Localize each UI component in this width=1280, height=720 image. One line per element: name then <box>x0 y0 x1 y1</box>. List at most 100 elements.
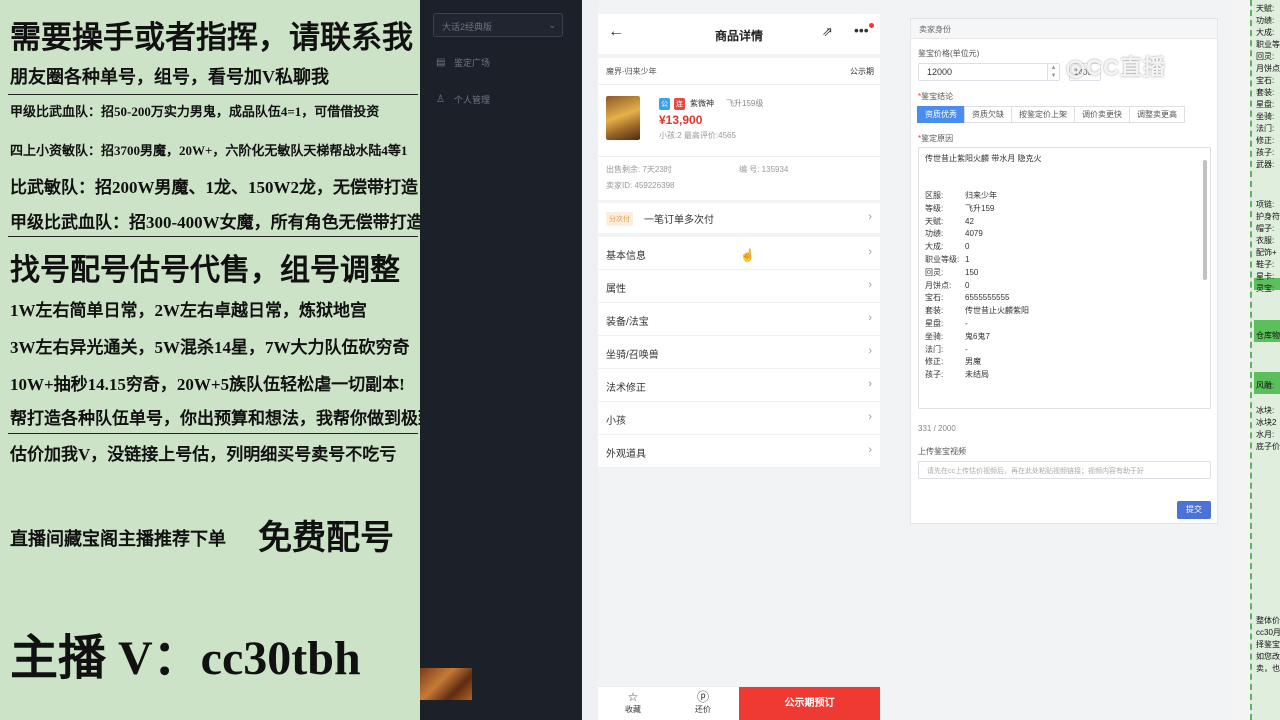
chevron-right-icon: › <box>868 246 872 258</box>
menu-item-appearance[interactable]: 外观道具 › <box>598 435 880 468</box>
bargain-button[interactable]: ⓟ 还价 <box>668 690 738 715</box>
notes-label: 风雕: <box>1256 381 1275 390</box>
promo-line: 需要操手或者指挥，请联系我 <box>10 20 413 55</box>
chevron-right-icon: › <box>868 411 872 423</box>
sidebar-item-personal[interactable]: ♙ 个人管理 <box>436 93 490 106</box>
public-period-label: 公示期 <box>850 67 874 76</box>
mouse-cursor-icon: ☝ <box>740 248 755 262</box>
reason-row-value: 6555555555 <box>965 293 1010 303</box>
menu-item-mounts[interactable]: 坐骑/召唤兽 › <box>598 336 880 369</box>
reason-row-value: - <box>965 344 968 354</box>
price: ¥13,900 <box>659 113 703 127</box>
menu-item-label: 基本信息 <box>606 251 646 262</box>
sidebar-item-label: 鉴定广场 <box>454 58 491 68</box>
conclusion-option[interactable]: 调价卖更快 <box>1074 106 1130 123</box>
remaining-time: 出售剩余: 7天23时 <box>606 165 672 174</box>
notes-label: 底子价 <box>1256 442 1280 451</box>
installment-badge: 分次付 <box>606 212 633 226</box>
sidebar-item-appraisal-square[interactable]: ▤ 鉴定广场 <box>436 56 490 69</box>
link-badge: 连 <box>674 98 685 110</box>
notes-label: 套装: <box>1256 88 1275 97</box>
favorite-button[interactable]: ☆ 收藏 <box>598 690 668 715</box>
menu-item-spell-correction[interactable]: 法术修正 › <box>598 369 880 402</box>
public-badge: 公 <box>659 98 670 110</box>
line-numbers <box>1230 0 1250 720</box>
more-icon[interactable]: ••• <box>854 22 869 38</box>
promo-line: 帮打造各种队伍单号，你出预算和想法，我帮你做到极致 <box>10 409 420 428</box>
reason-row-value: 鬼6鬼7 <box>965 331 990 341</box>
reason-row-value: 传世昔止火麟紫阳 <box>965 306 1029 316</box>
chevron-right-icon: › <box>868 312 872 324</box>
share-icon[interactable]: ⇗ <box>822 24 833 40</box>
menu-item-label: 属性 <box>606 284 626 295</box>
reason-row: 功绩: 4079 <box>925 228 983 239</box>
notes-label: cc30月 <box>1256 628 1280 637</box>
reason-row-key: 修正: <box>925 357 944 367</box>
phone-view: ← 商品详情 ⇗ ••• 魔界-归来少年 公示期 公 连 紫微神 飞升159级 … <box>598 0 880 720</box>
menu-item-label: 法术修正 <box>606 383 646 394</box>
reason-row: 等级: 飞升159 <box>925 203 994 214</box>
reason-row-value: 未结局 <box>965 370 989 380</box>
divider <box>598 156 880 157</box>
coin-icon: ⓟ <box>696 690 709 704</box>
menu-item-basic-info[interactable]: 基本信息 › <box>598 237 880 270</box>
reason-row-key: 星盘: <box>925 319 944 328</box>
reason-row: 天赋: 42 <box>925 216 974 227</box>
version-select[interactable]: 大话2经典版 ⌄ <box>433 13 563 37</box>
notes-label: 冰块2 <box>1256 418 1277 427</box>
reason-row-value: 150 <box>965 267 979 277</box>
scrollbar[interactable] <box>1202 152 1208 404</box>
reason-row: 职业等级: 1 <box>925 254 969 265</box>
conclusion-option[interactable]: 资质优秀 <box>917 106 965 123</box>
char-count: 331 / 2000 <box>918 424 956 433</box>
reason-row-value: 1 <box>965 255 970 264</box>
divider <box>598 84 880 85</box>
reason-row: 月饼点: 0 <box>925 280 969 291</box>
bargain-label: 还价 <box>695 705 711 714</box>
notes-label: 宝石: <box>1256 76 1275 85</box>
divider <box>8 236 418 237</box>
submit-button[interactable]: 提交 <box>1177 501 1211 519</box>
notes-label: 冰块: <box>1256 406 1275 415</box>
phone-header: ← 商品详情 ⇗ ••• <box>598 14 880 54</box>
reason-row-key: 回灵: <box>925 267 944 277</box>
reason-row-value: 0 <box>965 242 970 252</box>
role-avatar[interactable] <box>606 96 640 140</box>
reason-row-value: 4079 <box>965 229 983 239</box>
installment-pay-row[interactable]: 分次付 一笔订单多次付 › <box>598 203 880 233</box>
reason-row: 宝石: 6555555555 <box>925 292 1010 303</box>
notes-label: 护身符 <box>1256 212 1280 221</box>
favorite-label: 收藏 <box>625 705 641 714</box>
notes-label: 武器: <box>1256 160 1275 169</box>
conclusion-button-group: 资质优秀 资质欠缺 按鉴定价上架 调价卖更快 调整卖更高 <box>917 106 1185 123</box>
promo-line: 甲级比武血队：招300-400W女魔，所有角色无偿带打造 <box>10 213 420 232</box>
conclusion-option[interactable]: 资质欠缺 <box>964 106 1012 123</box>
price-input[interactable]: 12000 ▲ ▼ <box>918 63 1060 81</box>
video-link-input[interactable]: 请先在cc上传估价视频后，再在此处粘贴视频链接；视频内容有助于好 <box>918 461 1211 479</box>
scrollbar-thumb[interactable] <box>1203 160 1207 280</box>
promo-contact: 主播 V：cc30tbh <box>10 632 361 685</box>
star-icon: ☆ <box>627 690 639 704</box>
menu-item-attributes[interactable]: 属性 › <box>598 270 880 303</box>
reason-row-value: 飞升159 <box>965 203 995 213</box>
reason-textarea[interactable]: 传世昔止紫阳火麟 带水月 隐克火 区服: 归来少年 等级: 飞升159 天赋: 42 功绩:… <box>918 147 1211 409</box>
seller-id: 卖家ID: 459226398 <box>606 181 675 190</box>
menu-item-children[interactable]: 小孩 › <box>598 402 880 435</box>
reason-row-key: 坐骑: <box>925 331 944 341</box>
preorder-button[interactable]: 公示期预订 <box>739 687 880 720</box>
conclusion-option[interactable]: 按鉴定价上架 <box>1011 106 1075 123</box>
bottom-bar: ☆ 收藏 ⓟ 还价 公示期预订 <box>598 686 880 720</box>
conclusion-option[interactable]: 调整卖更高 <box>1129 106 1185 123</box>
menu-item-label: 坐骑/召唤兽 <box>606 350 659 361</box>
reason-label-text: 鉴定原因 <box>921 134 954 143</box>
divider <box>8 94 418 95</box>
server-category: 魔界-归来少年 <box>606 67 657 76</box>
menu-item-equipment[interactable]: 装备/法宝 › <box>598 303 880 336</box>
stepper-icon[interactable]: ▲ ▼ <box>1047 64 1059 80</box>
reason-row-value: - <box>965 319 968 328</box>
notes-label: 回灵: <box>1256 52 1275 61</box>
reason-row-key: 月饼点: <box>925 280 952 290</box>
reason-row-key: 法门: <box>925 344 944 354</box>
reason-row: 孩子: 未结局 <box>925 369 989 380</box>
product-card: 魔界-归来少年 公示期 公 连 紫微神 飞升159级 ¥13,900 小孩:2 … <box>598 58 880 200</box>
